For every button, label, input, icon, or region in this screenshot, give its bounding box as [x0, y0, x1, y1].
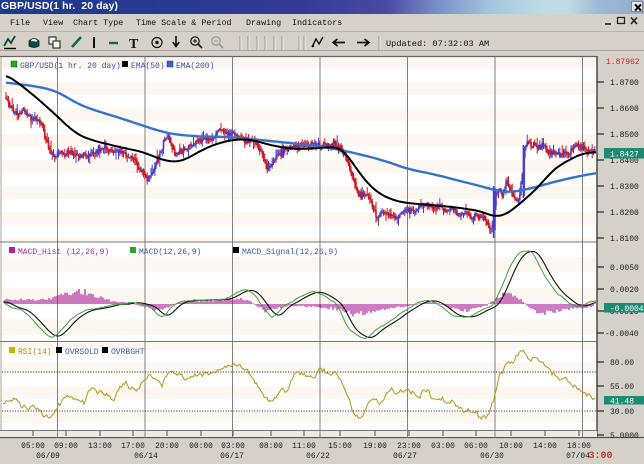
svg-text:RSI(14): RSI(14): [18, 348, 52, 357]
svg-text:09:00: 09:00: [54, 442, 78, 451]
svg-text:06/27: 06/27: [393, 452, 417, 461]
svg-text:1.8100: 1.8100: [610, 235, 639, 244]
svg-text:MACD(12,26,9): MACD(12,26,9): [139, 248, 201, 257]
svg-text:11:00: 11:00: [292, 442, 316, 451]
svg-text:0.0050: 0.0050: [610, 264, 639, 273]
svg-text:06/17: 06/17: [220, 452, 244, 461]
svg-text:17:00: 17:00: [121, 442, 145, 451]
svg-text:55.00: 55.00: [610, 383, 634, 392]
svg-text:1.8700: 1.8700: [610, 79, 639, 88]
svg-text:1.8600: 1.8600: [610, 105, 639, 114]
svg-text:GBP/USD(1 hr. 20 day): GBP/USD(1 hr. 20 day): [20, 62, 121, 71]
svg-text:00:00: 00:00: [189, 442, 213, 451]
svg-text:T: T: [129, 37, 139, 52]
svg-text:06:00: 06:00: [464, 442, 488, 451]
svg-text:06/09: 06/09: [36, 452, 60, 461]
svg-text:41.48: 41.48: [610, 397, 634, 406]
svg-text:MACD_Hist (12,26,9): MACD_Hist (12,26,9): [18, 248, 109, 257]
svg-text:1.8300: 1.8300: [610, 183, 639, 192]
svg-text:-0.0004: -0.0004: [610, 305, 644, 314]
svg-text:3:00: 3:00: [589, 451, 613, 462]
svg-text:06/22: 06/22: [306, 452, 330, 461]
svg-text:0.0020: 0.0020: [610, 286, 639, 295]
svg-text:10:00: 10:00: [499, 442, 523, 451]
svg-text:30.00: 30.00: [610, 408, 634, 417]
svg-text:EMA(200): EMA(200): [176, 62, 214, 71]
svg-text:1.8500: 1.8500: [610, 131, 639, 140]
svg-text:15:00: 15:00: [328, 442, 352, 451]
svg-text:06/30: 06/30: [480, 452, 504, 461]
svg-text:05:00: 05:00: [21, 442, 45, 451]
svg-text:19:00: 19:00: [363, 442, 387, 451]
svg-text:-0.0040: -0.0040: [605, 330, 639, 339]
svg-text:18:00: 18:00: [567, 442, 591, 451]
svg-text:07/04: 07/04: [566, 452, 590, 461]
svg-text:20:00: 20:00: [155, 442, 179, 451]
svg-text:1.8200: 1.8200: [610, 209, 639, 218]
svg-text:03:00: 03:00: [431, 442, 455, 451]
svg-text:5.0000: 5.0000: [610, 432, 639, 441]
svg-text:13:00: 13:00: [88, 442, 112, 451]
svg-text:03:00: 03:00: [221, 442, 245, 451]
svg-text:06/14: 06/14: [134, 452, 158, 461]
svg-text:EMA(50): EMA(50): [131, 62, 165, 71]
svg-text:OVRBGHT: OVRBGHT: [111, 348, 145, 357]
svg-text:1.87962: 1.87962: [606, 58, 640, 67]
svg-text:08:00: 08:00: [259, 442, 283, 451]
svg-text:1.8427: 1.8427: [610, 150, 639, 159]
svg-text:OVRSOLD: OVRSOLD: [65, 348, 99, 357]
svg-text:23:00: 23:00: [397, 442, 421, 451]
svg-text:80.00: 80.00: [610, 359, 634, 368]
svg-text:Updated: 07:32:03 AM: Updated: 07:32:03 AM: [386, 39, 489, 49]
svg-text:MACD_Signal(12,26,9): MACD_Signal(12,26,9): [242, 248, 338, 257]
svg-text:14:00: 14:00: [533, 442, 557, 451]
